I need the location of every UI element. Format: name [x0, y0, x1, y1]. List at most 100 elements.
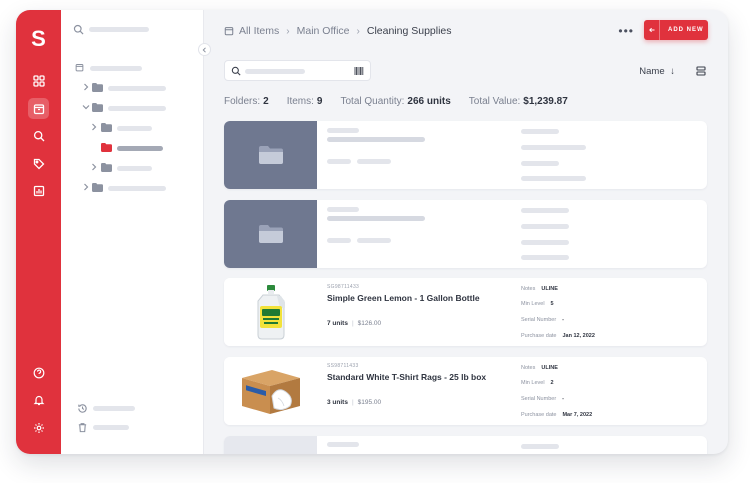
main-content: All Items › Main Office › Cleaning Suppl… [204, 10, 728, 454]
trash-icon[interactable] [77, 422, 88, 433]
folder-thumbnail [224, 121, 317, 189]
notes-value: ULINE [541, 286, 558, 292]
value-stat-value: $1,239.87 [523, 96, 568, 107]
folder-card[interactable] [224, 121, 707, 189]
notes-field: Notes ULINE [521, 365, 558, 371]
folder-thumbnail [224, 200, 317, 268]
barcode-icon[interactable] [354, 66, 364, 76]
item-search-input[interactable] [224, 60, 371, 81]
serial-number-field: Serial Number - [521, 317, 564, 323]
serial-number-field: Serial Number - [521, 396, 564, 402]
tree-folder-label[interactable] [117, 166, 152, 171]
app-window: S All Items › Main Office › Cleaning Sup… [16, 10, 728, 454]
folder-icon [101, 123, 112, 132]
add-new-button[interactable]: ADD NEW [644, 20, 708, 40]
folder-tree-panel [61, 10, 204, 454]
serial-number-value: - [562, 396, 564, 402]
purchase-date-field: Purchase date Jan 12, 2022 [521, 333, 595, 339]
chevron-right-icon[interactable] [91, 163, 97, 171]
notes-label: Notes [521, 365, 536, 371]
main-nav-rail: S [16, 10, 61, 454]
item-card[interactable]: SG98711433 Simple Green Lemon - 1 Gallon… [224, 278, 707, 346]
item-sku: SS98711433 [327, 363, 359, 369]
serial-number-label: Serial Number [521, 317, 557, 323]
item-units: 3 units [327, 399, 348, 406]
min-level-field: Min Level 2 [521, 380, 554, 386]
search-icon[interactable] [28, 125, 49, 146]
app-logo[interactable]: S [26, 24, 51, 54]
tree-folder-label[interactable] [117, 126, 152, 131]
dashboard-icon[interactable] [28, 70, 49, 91]
items-stat-value: 9 [316, 96, 323, 107]
item-quantity-price: 3 units | $195.00 [327, 399, 382, 406]
collapse-panel-button[interactable] [198, 43, 211, 56]
trash-label[interactable] [93, 425, 129, 430]
bell-icon[interactable] [28, 389, 49, 410]
add-new-label: ADD NEW [668, 27, 704, 33]
view-toggle-icon[interactable] [696, 66, 706, 76]
chevron-right-icon[interactable] [83, 183, 89, 191]
item-card[interactable] [224, 436, 707, 454]
cleaner-bottle-image [257, 285, 285, 340]
notes-field: Notes ULINE [521, 286, 558, 292]
history-icon[interactable] [77, 403, 88, 414]
help-icon[interactable] [28, 362, 49, 383]
min-level-label: Min Level [521, 380, 545, 386]
min-level-value: 5 [550, 301, 554, 307]
value-stat-label: Total Value: [468, 96, 521, 107]
tree-search-placeholder[interactable] [89, 27, 149, 32]
tree-folder-label[interactable] [108, 86, 166, 91]
tree-search-icon[interactable] [73, 24, 84, 35]
items-stat-label: Items: [286, 96, 314, 107]
folders-stat-value: 2 [263, 96, 269, 107]
inventory-root-icon [75, 64, 84, 72]
item-name[interactable]: Standard White T-Shirt Rags - 25 lb box [327, 372, 486, 382]
reports-icon[interactable] [28, 180, 49, 201]
tree-folder-label[interactable] [108, 106, 166, 111]
breadcrumb-separator: › [356, 25, 360, 37]
item-sku: SG98711433 [327, 284, 360, 290]
notes-label: Notes [521, 286, 536, 292]
serial-number-value: - [562, 317, 564, 323]
tags-icon[interactable] [28, 153, 49, 174]
folder-icon [92, 83, 103, 92]
folder-icon [92, 183, 103, 192]
breadcrumb-main-office[interactable]: Main Office [297, 25, 350, 37]
item-quantity-price: 7 units | $126.00 [327, 320, 382, 327]
chevron-down-icon[interactable] [82, 104, 90, 110]
min-level-field: Min Level 5 [521, 301, 554, 307]
folder-icon [258, 225, 283, 243]
item-thumbnail [224, 278, 317, 346]
items-icon[interactable] [28, 98, 49, 119]
breadcrumb: All Items › Main Office › Cleaning Suppl… [224, 24, 452, 38]
item-price: $195.00 [357, 399, 382, 406]
item-name[interactable]: Simple Green Lemon - 1 Gallon Bottle [327, 293, 480, 303]
folder-stats: Folders: 2 Items: 9 Total Quantity: 266 uni… [224, 96, 586, 107]
tree-selected-folder-label[interactable] [117, 146, 163, 151]
sort-control[interactable]: Name ↓ [639, 66, 675, 77]
serial-number-label: Serial Number [521, 396, 557, 402]
breadcrumb-separator: › [286, 25, 290, 37]
folder-card[interactable] [224, 200, 707, 268]
quantity-stat-label: Total Quantity: [340, 96, 405, 107]
chevron-right-icon[interactable] [83, 83, 89, 91]
folder-icon [92, 103, 103, 112]
notes-value: ULINE [541, 365, 558, 371]
purchase-date-label: Purchase date [521, 412, 557, 418]
history-label[interactable] [93, 406, 135, 411]
more-options-button[interactable]: ••• [618, 24, 634, 38]
purchase-date-label: Purchase date [521, 333, 557, 339]
min-level-label: Min Level [521, 301, 545, 307]
rag-box-image [241, 370, 300, 414]
folder-icon [101, 163, 112, 172]
purchase-date-field: Purchase date Mar 7, 2022 [521, 412, 592, 418]
folder-icon [258, 146, 283, 164]
breadcrumb-all-items[interactable]: All Items [239, 25, 279, 37]
settings-icon[interactable] [28, 417, 49, 438]
item-card[interactable]: SS98711433 Standard White T-Shirt Rags -… [224, 357, 707, 425]
tree-folder-label[interactable] [108, 186, 166, 191]
quantity-stat-value: 266 units [407, 96, 451, 107]
arrow-down-icon: ↓ [670, 66, 675, 77]
chevron-right-icon[interactable] [91, 123, 97, 131]
tree-root-label[interactable] [90, 66, 142, 71]
